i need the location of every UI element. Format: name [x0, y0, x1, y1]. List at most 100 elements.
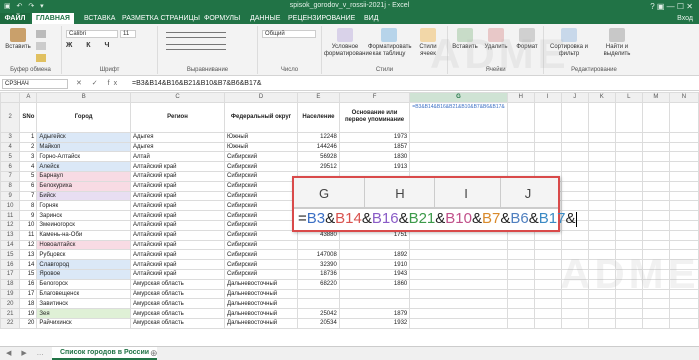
cell[interactable] [560, 239, 589, 251]
cell[interactable] [506, 278, 535, 290]
cell-district[interactable]: Сибирский [223, 268, 299, 280]
cell[interactable] [668, 151, 699, 163]
header-population[interactable]: Население [297, 101, 340, 133]
cell[interactable] [641, 151, 670, 163]
row-header[interactable]: 4 [0, 141, 21, 153]
cell-founded[interactable]: 1879 [338, 308, 411, 319]
cell[interactable] [668, 219, 699, 231]
indent-icons[interactable] [166, 44, 226, 50]
cell-founded[interactable] [338, 288, 411, 300]
cell[interactable] [668, 308, 699, 319]
cell[interactable] [560, 298, 589, 310]
cell[interactable] [614, 229, 643, 241]
cell[interactable] [668, 239, 699, 251]
row-header[interactable]: 2 [0, 101, 21, 133]
cell[interactable] [533, 259, 562, 270]
cell[interactable] [533, 288, 562, 300]
cell[interactable] [533, 141, 562, 153]
cell-district[interactable]: Дальневосточный [223, 278, 299, 290]
cell-city[interactable]: Камень-на-Оби [36, 229, 131, 241]
cell-number[interactable]: 19 [19, 308, 38, 319]
cell-founded[interactable]: 1860 [338, 278, 411, 290]
cell[interactable] [506, 288, 535, 300]
cell[interactable] [506, 141, 535, 153]
cell-region[interactable]: Амурская область [130, 308, 225, 319]
cell[interactable] [668, 317, 699, 329]
cell[interactable] [533, 268, 562, 280]
cell[interactable] [506, 161, 535, 172]
cell[interactable] [560, 180, 589, 192]
row-header[interactable]: 13 [0, 229, 21, 241]
cell-district[interactable]: Сибирский [223, 180, 299, 192]
cell[interactable] [668, 200, 699, 212]
cell-district[interactable]: Сибирский [223, 210, 299, 221]
cell[interactable] [587, 131, 616, 143]
cell-founded[interactable]: 1830 [338, 151, 411, 163]
column-header-k[interactable]: K [587, 92, 616, 103]
cell[interactable] [614, 200, 643, 212]
window-controls[interactable]: ? ▣ — ☐ ✕ [650, 2, 693, 11]
row-header[interactable]: 22 [0, 317, 21, 329]
cell[interactable] [614, 219, 643, 231]
column-header-h[interactable]: H [506, 92, 535, 103]
cell-number[interactable]: 4 [19, 161, 38, 172]
tab-data[interactable]: ДАННЫЕ [246, 13, 284, 24]
cell-district[interactable]: Сибирский [223, 190, 299, 202]
cell-region[interactable]: Алтайский край [130, 219, 225, 231]
cell-city[interactable]: Завитинск [36, 298, 131, 310]
find-select-button[interactable]: Найти и выделить [594, 28, 640, 58]
cell[interactable] [560, 151, 589, 163]
cell[interactable] [409, 161, 508, 172]
cell[interactable] [409, 131, 508, 143]
cell-district[interactable]: Дальневосточный [223, 308, 299, 319]
cell[interactable] [560, 101, 589, 133]
cell[interactable] [587, 170, 616, 182]
cell-founded[interactable]: 1913 [338, 161, 411, 172]
row-header[interactable]: 15 [0, 249, 21, 261]
row-header[interactable]: 9 [0, 190, 21, 202]
cell-city[interactable]: Белокуриха [36, 180, 131, 192]
cell-founded[interactable]: 1973 [338, 131, 411, 143]
cell-population[interactable] [297, 298, 340, 310]
cell-number[interactable]: 3 [19, 151, 38, 163]
tab-view[interactable]: ВИД [360, 13, 382, 24]
cell-number[interactable]: 13 [19, 249, 38, 261]
cell-number[interactable]: 20 [19, 317, 38, 329]
row-header[interactable]: 18 [0, 278, 21, 290]
cell[interactable] [533, 317, 562, 329]
cell-region[interactable]: Алтайский край [130, 259, 225, 270]
cell[interactable] [506, 101, 535, 133]
format-painter-icon[interactable] [36, 54, 46, 62]
column-header-l[interactable]: L [614, 92, 643, 103]
align-icons[interactable] [166, 32, 226, 38]
cell[interactable] [641, 229, 670, 241]
cell[interactable] [587, 219, 616, 231]
cell-population[interactable] [297, 288, 340, 300]
cell-district[interactable]: Сибирский [223, 229, 299, 241]
cell[interactable] [587, 200, 616, 212]
cell-region[interactable]: Алтайский край [130, 239, 225, 251]
cell[interactable] [506, 268, 535, 280]
cell[interactable] [587, 141, 616, 153]
row-header[interactable]: 5 [0, 151, 21, 163]
cell-region[interactable]: Амурская область [130, 278, 225, 290]
column-header-m[interactable]: M [641, 92, 670, 103]
cell[interactable] [641, 317, 670, 329]
cell[interactable] [560, 317, 589, 329]
cell-number[interactable]: 12 [19, 239, 38, 251]
cell-city[interactable]: Зея [36, 308, 131, 319]
cell[interactable] [668, 210, 699, 221]
cell[interactable] [506, 249, 535, 261]
font-name-select[interactable]: Calibri [66, 30, 118, 38]
cell[interactable] [614, 161, 643, 172]
cell[interactable] [668, 131, 699, 143]
format-table-button[interactable]: Форматировать как таблицу [368, 28, 412, 58]
cell[interactable] [587, 161, 616, 172]
cell[interactable] [409, 259, 508, 270]
cell-city[interactable]: Бийск [36, 190, 131, 202]
cell-district[interactable]: Сибирский [223, 239, 299, 251]
column-header-f[interactable]: F [338, 92, 411, 103]
cell-number[interactable]: 1 [19, 131, 38, 143]
cell[interactable] [614, 131, 643, 143]
column-header-g[interactable]: G [409, 92, 508, 103]
